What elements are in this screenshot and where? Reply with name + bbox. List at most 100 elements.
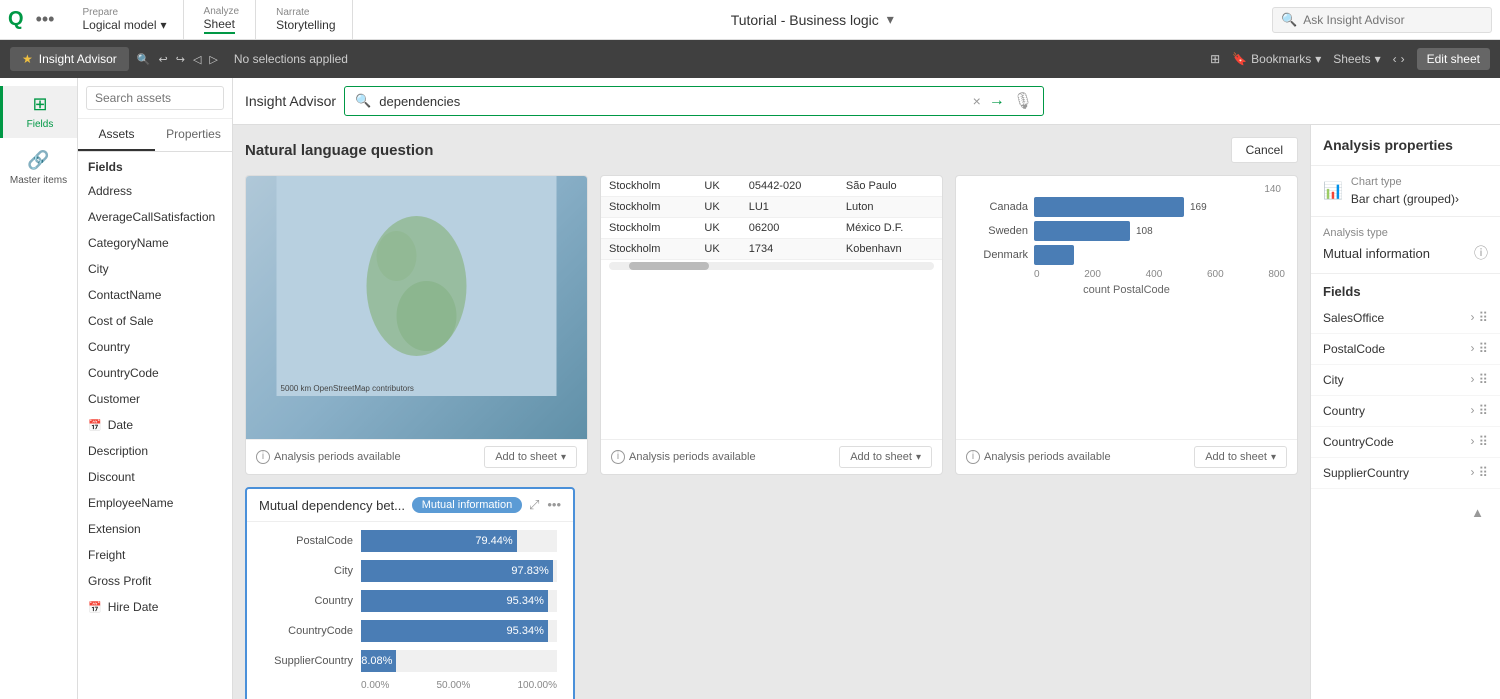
assets-tab[interactable]: Assets <box>78 119 155 151</box>
sidebar-item-countrycode[interactable]: CountryCode <box>78 360 232 386</box>
country-bar-fill: 95.34% <box>361 590 548 612</box>
sidebar-item-costofsale[interactable]: Cost of Sale <box>78 308 232 334</box>
fields-section-title: Fields <box>1311 274 1500 303</box>
city-drag-icon[interactable]: ⠿ <box>1478 372 1488 388</box>
right-field-salesoffice[interactable]: SalesOffice › ⠿ <box>1311 303 1500 334</box>
insight-advisor-button[interactable]: ★ Insight Advisor <box>10 47 129 71</box>
country-drag-icon[interactable]: ⠿ <box>1478 403 1488 419</box>
cancel-button[interactable]: Cancel <box>1231 137 1298 163</box>
address-label: Address <box>88 184 132 198</box>
microphone-icon[interactable]: 🎙 <box>1013 91 1033 111</box>
employeename-label: EmployeeName <box>88 496 173 510</box>
ask-insight-search[interactable]: 🔍 <box>1272 7 1492 33</box>
table-add-to-sheet-button[interactable]: Add to sheet ▾ <box>839 446 932 468</box>
postalcode-drag-icon[interactable]: ⠿ <box>1478 341 1488 357</box>
postalcode-bar-row: PostalCode 79.44% <box>263 530 557 552</box>
sidebar-item-customer[interactable]: Customer <box>78 386 232 412</box>
table-cell: Stockholm <box>601 239 696 260</box>
submit-search-icon[interactable]: → <box>989 92 1005 110</box>
suppliercountry-drag-icon[interactable]: ⠿ <box>1478 465 1488 481</box>
sidebar-item-extension[interactable]: Extension <box>78 516 232 542</box>
forward-icon[interactable]: ▷ <box>209 53 217 66</box>
right-field-suppliercountry[interactable]: SupplierCountry › ⠿ <box>1311 458 1500 489</box>
back-icon[interactable]: ◁ <box>193 53 201 66</box>
sidebar-item-city[interactable]: City <box>78 256 232 282</box>
fields-list: Address AverageCallSatisfaction Category… <box>78 178 232 699</box>
denmark-label: Denmark <box>968 249 1028 261</box>
bookmarks-button[interactable]: 🔖 Bookmarks ▾ <box>1232 52 1321 66</box>
sidebar-item-grossprofit[interactable]: Gross Profit <box>78 568 232 594</box>
table-scrollbar-thumb[interactable] <box>629 262 709 270</box>
sidebar-item-discount[interactable]: Discount <box>78 464 232 490</box>
left-icon-panel: ⊞ Fields 🔗 Master items <box>0 78 78 699</box>
salesoffice-drag-icon[interactable]: ⠿ <box>1478 310 1488 326</box>
prev-arrow-icon[interactable]: ‹ <box>1393 52 1397 66</box>
sidebar-item-averagecallsatisfaction[interactable]: AverageCallSatisfaction <box>78 204 232 230</box>
insight-search-input[interactable] <box>379 94 964 109</box>
sidebar-item-address[interactable]: Address <box>78 178 232 204</box>
more-options-icon[interactable]: ••• <box>547 497 561 513</box>
right-field-city[interactable]: City › ⠿ <box>1311 365 1500 396</box>
country-arrow-icon[interactable]: › <box>1470 403 1474 419</box>
right-field-country[interactable]: Country › ⠿ <box>1311 396 1500 427</box>
smart-search-icon[interactable]: 🔍 <box>137 53 151 66</box>
clear-search-icon[interactable]: × <box>973 93 981 109</box>
sidebar-item-freight[interactable]: Freight <box>78 542 232 568</box>
right-field-countrycode[interactable]: CountryCode › ⠿ <box>1311 427 1500 458</box>
bar-add-to-sheet-button[interactable]: Add to sheet ▾ <box>1194 446 1287 468</box>
master-items-nav-item[interactable]: 🔗 Master items <box>0 142 77 194</box>
sidebar-item-hiredate[interactable]: 📅 Hire Date <box>78 594 232 620</box>
city-bar-label: City <box>263 565 353 577</box>
grid-view-icon[interactable]: ⊞ <box>1210 52 1220 66</box>
salesoffice-arrow-icon[interactable]: › <box>1470 310 1474 326</box>
cards-area: Natural language question Cancel <box>233 125 1310 699</box>
edit-sheet-button[interactable]: Edit sheet <box>1417 48 1490 70</box>
collapse-panel-icon[interactable]: ▲ <box>1463 497 1492 528</box>
table-cell: UK <box>696 239 740 260</box>
suppliercountry-arrow-icon[interactable]: › <box>1470 465 1474 481</box>
redo-icon[interactable]: ↪ <box>176 53 185 66</box>
search-assets-input[interactable] <box>86 86 224 110</box>
properties-tab[interactable]: Properties <box>155 119 232 151</box>
sidebar-item-employeename[interactable]: EmployeeName <box>78 490 232 516</box>
sidebar-item-date[interactable]: 📅 Date <box>78 412 232 438</box>
postalcode-arrow-icon[interactable]: › <box>1470 341 1474 357</box>
sheets-button[interactable]: Sheets ▾ <box>1333 52 1380 66</box>
country-bar-row: Country 95.34% <box>263 590 557 612</box>
chart-type-arrow[interactable]: › <box>1455 192 1459 206</box>
sidebar-item-contactname[interactable]: ContactName <box>78 282 232 308</box>
sidebar-item-categoryname[interactable]: CategoryName <box>78 230 232 256</box>
next-arrow-icon[interactable]: › <box>1401 52 1405 66</box>
narrate-nav[interactable]: Narrate Storytelling <box>260 0 352 39</box>
table-cell: México D.F. <box>838 218 942 239</box>
table-horizontal-scrollbar[interactable] <box>609 262 934 270</box>
expand-icon[interactable]: ⤢ <box>529 497 539 513</box>
title-dropdown-icon[interactable]: ▾ <box>887 11 894 28</box>
mutual-dependency-card: Mutual dependency bet... Mutual informat… <box>245 487 575 699</box>
chart-type-info: Chart type Bar chart (grouped) › <box>1351 176 1459 206</box>
countrycode-drag-icon[interactable]: ⠿ <box>1478 434 1488 450</box>
map-add-to-sheet-button[interactable]: Add to sheet ▾ <box>484 446 577 468</box>
analysis-type-info-icon[interactable]: ⓘ <box>1474 243 1488 263</box>
right-field-postalcode[interactable]: PostalCode › ⠿ <box>1311 334 1500 365</box>
undo-icon[interactable]: ↩ <box>159 53 168 66</box>
table-row: Stockholm UK 1734 Kobenhavn <box>601 239 942 260</box>
more-options-icon[interactable]: ••• <box>36 9 55 30</box>
analyze-nav[interactable]: Analyze Sheet <box>188 0 257 39</box>
bar-chart-visualization: 140 Canada 169 Sweden 108 <box>956 176 1297 304</box>
canada-value: 169 <box>1190 202 1207 213</box>
prepare-dropdown-icon[interactable]: ▾ <box>161 18 167 32</box>
table-cell: Stockholm <box>601 197 696 218</box>
prepare-nav[interactable]: Prepare Logical model ▾ <box>66 0 183 39</box>
mutual-chart-content: PostalCode 79.44% City <box>247 522 573 699</box>
countrycode-arrow-icon[interactable]: › <box>1470 434 1474 450</box>
fields-nav-item[interactable]: ⊞ Fields <box>0 86 77 138</box>
city-arrow-icon[interactable]: › <box>1470 372 1474 388</box>
fields-section-title: Fields <box>78 152 232 178</box>
bar-analysis-text: Analysis periods available <box>984 451 1111 463</box>
sidebar-item-country[interactable]: Country <box>78 334 232 360</box>
sidebar-item-description[interactable]: Description <box>78 438 232 464</box>
ask-insight-input[interactable] <box>1303 13 1463 27</box>
sweden-label: Sweden <box>968 225 1028 237</box>
table-cell: Kobenhavn <box>838 239 942 260</box>
